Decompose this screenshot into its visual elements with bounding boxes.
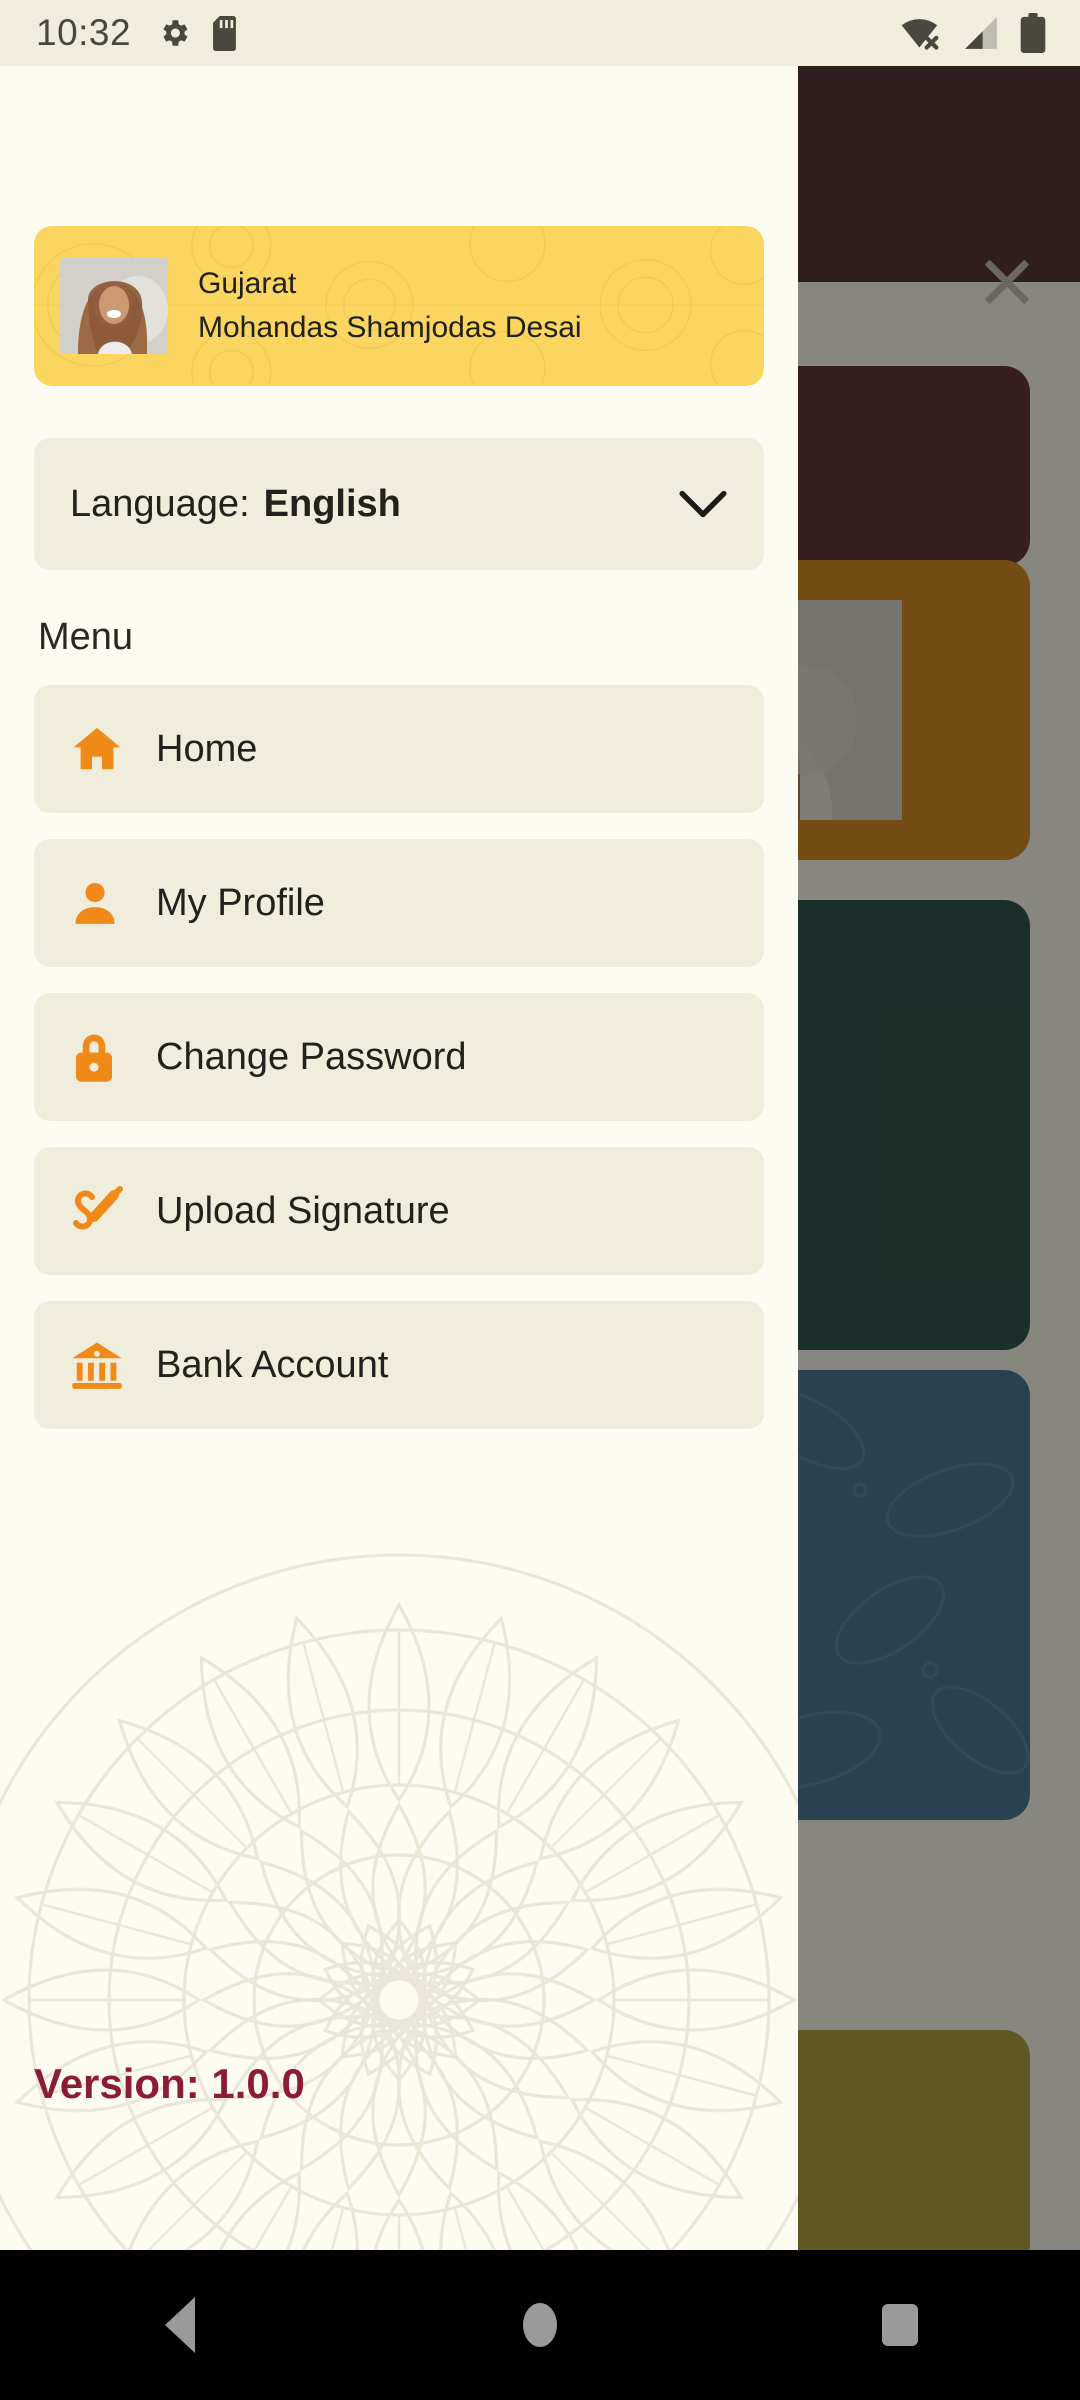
menu-item-label: My Profile: [156, 881, 325, 924]
menu-item-home[interactable]: Home: [34, 685, 764, 813]
language-selector[interactable]: Language: English: [34, 438, 764, 570]
profile-state: Gujarat: [198, 267, 297, 300]
person-icon: [70, 878, 130, 928]
status-bar-clock: 10:32: [36, 12, 132, 53]
menu-item-label: Upload Signature: [156, 1189, 450, 1232]
menu-item-my-profile[interactable]: My Profile: [34, 839, 764, 967]
system-navigation-bar: [0, 2250, 1080, 2400]
app-version-label: Version: 1.0.0: [34, 2060, 305, 2107]
status-bar: 10:32: [0, 0, 1080, 66]
menu-section-title: Menu: [38, 616, 134, 658]
avatar: [60, 258, 168, 354]
gear-icon: [163, 20, 188, 46]
menu-item-upload-signature[interactable]: Upload Signature: [34, 1147, 764, 1275]
menu-item-label: Bank Account: [156, 1343, 389, 1386]
language-value: English: [263, 482, 401, 525]
menu-item-label: Change Password: [156, 1035, 467, 1078]
wifi-no-connection-icon: [901, 19, 939, 50]
menu-item-change-password[interactable]: Change Password: [34, 993, 764, 1121]
lock-icon: [70, 1030, 130, 1084]
navigation-drawer: Gujarat Mohandas Shamjodas Desai Languag…: [0, 66, 798, 2250]
menu-item-label: Home: [156, 727, 258, 770]
profile-name: Mohandas Shamjodas Desai: [198, 311, 582, 344]
sd-card-icon: [213, 15, 237, 51]
phone-screen: Setting 10:32: [0, 0, 1080, 2400]
language-label: Language:: [70, 482, 250, 525]
home-icon: [70, 722, 130, 776]
home-button[interactable]: [480, 2265, 600, 2385]
cellular-signal-icon: [965, 17, 997, 49]
chevron-down-icon[interactable]: [678, 489, 728, 519]
menu-item-bank-account[interactable]: Bank Account: [34, 1301, 764, 1429]
recents-button[interactable]: [840, 2265, 960, 2385]
profile-card[interactable]: Gujarat Mohandas Shamjodas Desai: [34, 226, 764, 386]
battery-icon: [1020, 13, 1046, 53]
back-button[interactable]: [120, 2265, 240, 2385]
mandala-watermark-icon: [0, 1553, 798, 2250]
bank-icon: [70, 1340, 130, 1390]
signature-pen-icon: [70, 1185, 130, 1237]
